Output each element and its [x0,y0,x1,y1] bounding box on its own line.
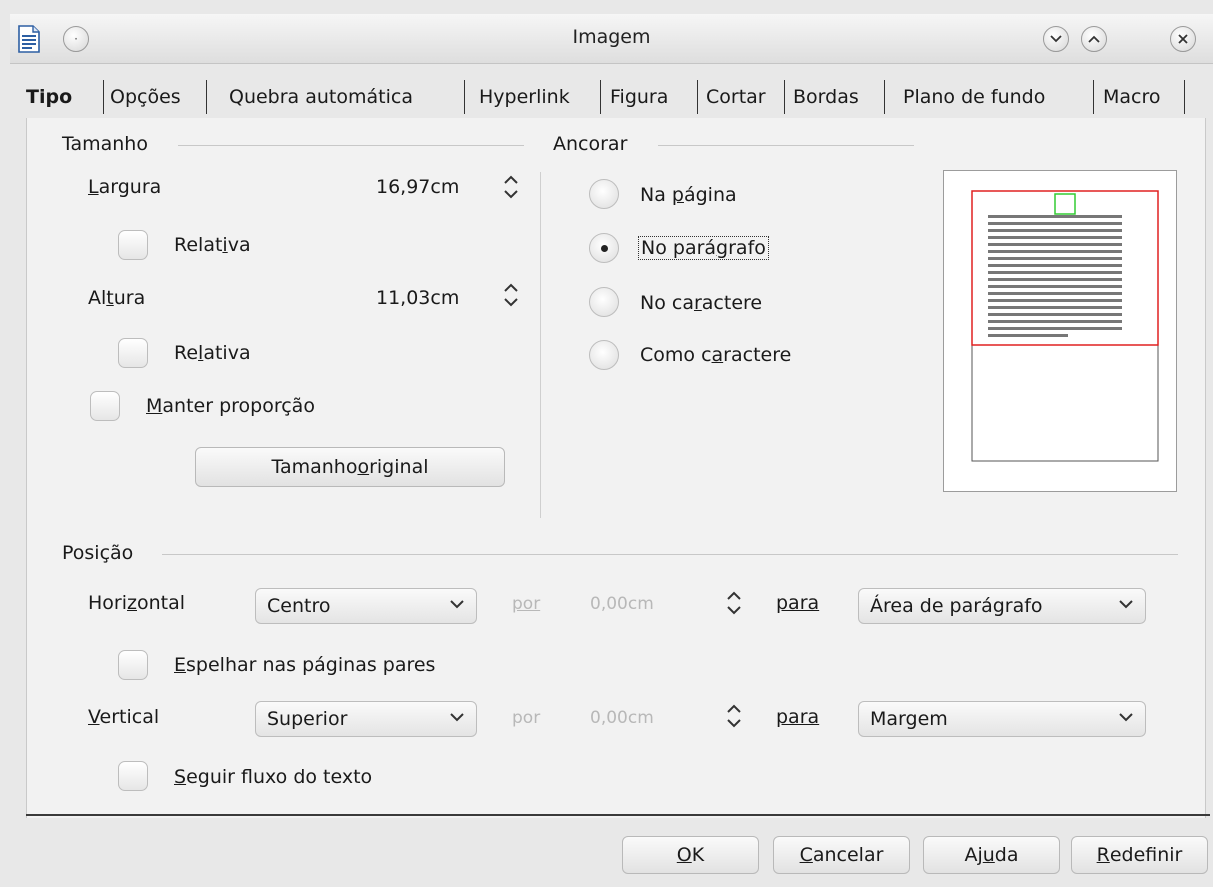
width-label: Largura [88,176,162,198]
chevron-down-icon [1119,710,1133,726]
tab-figura[interactable]: Figura [604,76,674,118]
help-button[interactable]: Aj u da [923,836,1060,874]
tab-tipo[interactable]: Tipo [20,76,78,118]
anchor-char-label: No caractere [640,292,763,314]
close-icon[interactable] [1170,26,1196,52]
vertical-label: Vertical [88,706,160,728]
height-relative-label: Relativa [174,342,251,364]
position-group-title: Posição [62,542,134,564]
keep-ratio-label: Manter proporção [146,395,315,417]
horizontal-to-label: para [776,592,820,614]
tab-separator [1093,80,1094,114]
height-spin-icon[interactable] [502,280,520,312]
vertical-to-label: para [776,706,820,728]
chevron-down-icon [450,597,464,613]
height-label: Altura [88,287,146,309]
width-relative-label: Relativa [174,234,251,256]
horizontal-offset-spin-icon[interactable] [725,588,743,620]
anchor-char-radio[interactable] [589,287,619,317]
vertical-offset-field[interactable]: 0,00cm [590,708,654,728]
anchor-paragraph-label: No parágrafo [638,236,769,260]
vertical-offset-spin-icon[interactable] [725,701,743,733]
tab-hyperlink[interactable]: Hyperlink [473,76,576,118]
anchor-as-char-radio[interactable] [589,340,619,370]
tab-separator [697,80,698,114]
group-divider [658,145,914,146]
tab-separator [600,80,601,114]
tab-bordas[interactable]: Bordas [787,76,865,118]
tab-separator [206,80,207,114]
ok-button[interactable]: OK [622,836,759,874]
vertical-divider [540,172,541,518]
width-field[interactable]: 16,97cm [376,176,459,198]
minimize-icon[interactable] [1043,26,1069,52]
original-size-button[interactable]: Tamanho o riginal [195,447,505,487]
tab-macro[interactable]: Macro [1097,76,1167,118]
tab-plano-de-fundo[interactable]: Plano de fundo [897,76,1051,118]
horizontal-offset-field[interactable]: 0,00cm [590,594,654,614]
group-divider [178,145,524,146]
chevron-down-icon [450,710,464,726]
anchor-page-label: Na página [640,184,737,206]
height-field[interactable]: 11,03cm [376,287,459,309]
anchor-as-char-label: Como caractere [640,344,792,366]
vertical-to-select[interactable]: Margem [858,701,1146,737]
group-divider [162,554,1178,555]
mirror-checkbox[interactable] [118,650,148,680]
tab-separator [464,80,465,114]
tab-separator [884,80,885,114]
anchor-page-radio[interactable] [589,179,619,209]
size-group-title: Tamanho [62,133,148,155]
height-relative-checkbox[interactable] [118,338,148,368]
cancel-button[interactable]: Cancelar [773,836,910,874]
vertical-select[interactable]: Superior [255,701,477,737]
width-spin-icon[interactable] [502,172,520,204]
panel-bottom-border [26,814,1210,816]
reset-button[interactable]: Redefinir [1071,836,1208,874]
follow-text-flow-label: Seguir fluxo do texto [174,766,373,788]
follow-text-flow-checkbox[interactable] [118,761,148,791]
maximize-icon[interactable] [1081,26,1107,52]
width-relative-checkbox[interactable] [118,230,148,260]
keep-ratio-checkbox[interactable] [90,391,120,421]
tab-cortar[interactable]: Cortar [700,76,772,118]
mirror-label: Espelhar nas páginas pares [174,654,436,676]
title-bar: · Imagem [10,14,1213,64]
horizontal-by-label: por [512,594,541,614]
horizontal-label: Horizontal [88,592,186,614]
horizontal-to-select[interactable]: Área de parágrafo [858,588,1146,624]
chevron-down-icon [1119,597,1133,613]
vertical-by-label: por [512,708,541,728]
tab-quebra-automatica[interactable]: Quebra automática [223,76,419,118]
horizontal-select[interactable]: Centro [255,588,477,624]
tab-opcoes[interactable]: Opções [104,76,187,118]
tab-separator [784,80,785,114]
tab-separator [1184,80,1185,114]
anchor-paragraph-radio[interactable] [589,233,619,263]
position-preview [943,170,1177,492]
window-title: Imagem [572,26,651,48]
anchor-group-title: Ancorar [553,133,628,155]
